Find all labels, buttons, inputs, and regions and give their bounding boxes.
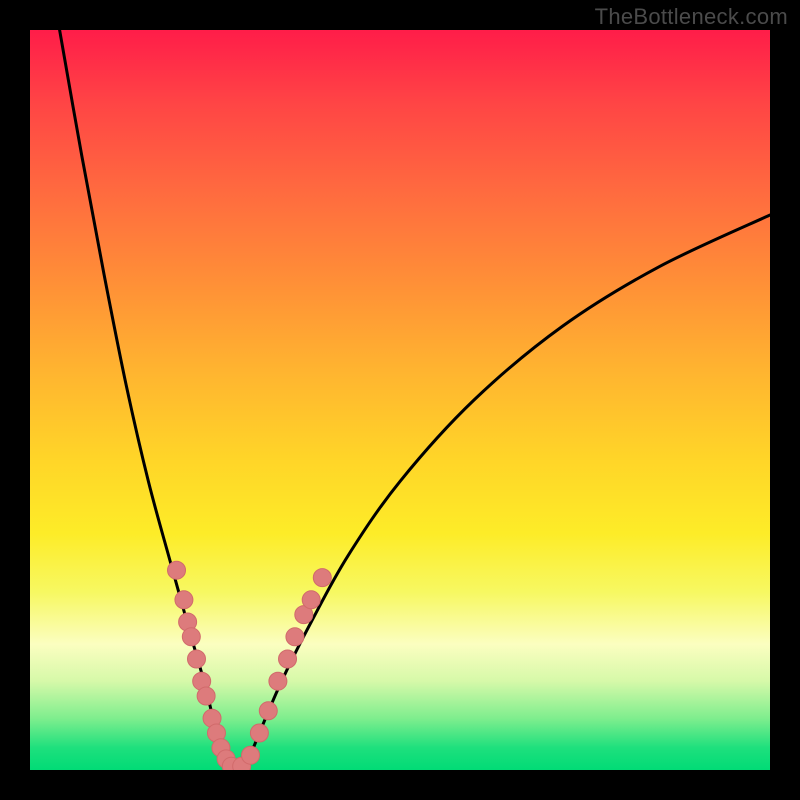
plot-area: [30, 30, 770, 770]
data-marker: [286, 628, 304, 646]
data-marker: [259, 702, 277, 720]
data-marker: [168, 561, 186, 579]
data-marker: [197, 687, 215, 705]
data-marker: [175, 591, 193, 609]
marker-layer: [30, 30, 770, 770]
data-marker: [302, 591, 320, 609]
data-marker: [313, 569, 331, 587]
watermark-text: TheBottleneck.com: [595, 4, 788, 30]
data-marker: [269, 672, 287, 690]
data-marker: [250, 724, 268, 742]
chart-frame: TheBottleneck.com: [0, 0, 800, 800]
data-marker: [182, 628, 200, 646]
data-marker: [279, 650, 297, 668]
data-marker: [242, 746, 260, 764]
data-marker: [188, 650, 206, 668]
